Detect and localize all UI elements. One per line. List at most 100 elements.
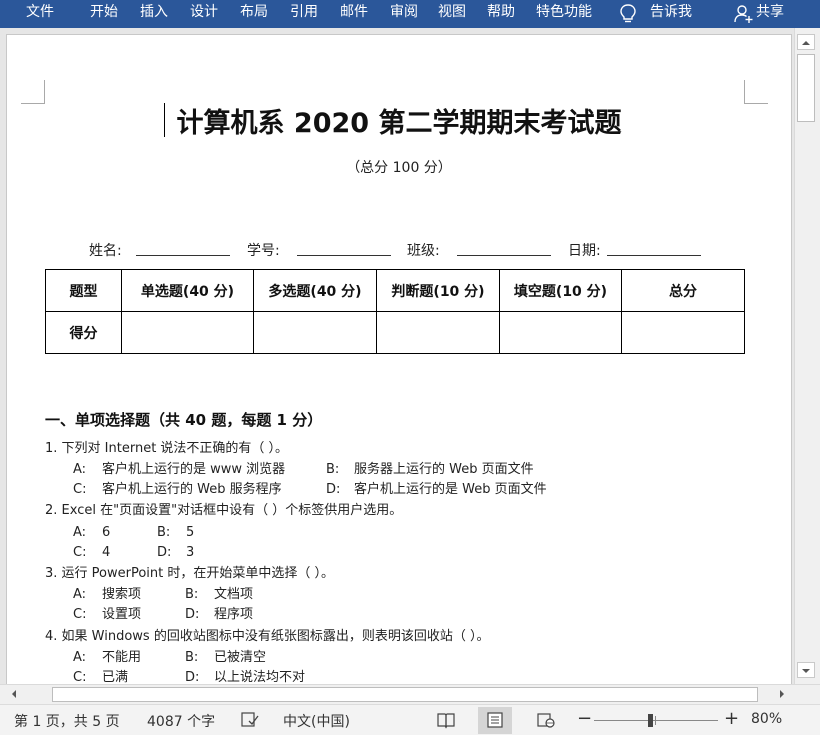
- class-label: 班级:: [407, 243, 440, 259]
- proofing-icon[interactable]: [240, 711, 260, 729]
- vertical-scroll-thumb[interactable]: [797, 54, 815, 122]
- scrollbar-corner: [794, 684, 820, 704]
- option-text: 客户机上运行的是 Web 页面文件: [354, 482, 547, 497]
- zoom-slider-thumb[interactable]: [648, 714, 653, 727]
- zoom-level[interactable]: 80%: [751, 711, 782, 727]
- page-count[interactable]: 第 1 页，共 5 页: [14, 711, 120, 731]
- zoom-out-button[interactable]: −: [577, 708, 592, 729]
- scroll-up-button[interactable]: [797, 34, 815, 50]
- option-text: 已被清空: [214, 650, 267, 665]
- option-text: 客户机上运行的是 www 浏览器: [102, 462, 286, 477]
- chevron-up-icon: [802, 41, 810, 45]
- score-table-header-cell: 填空题(10 分): [499, 269, 622, 312]
- name-blank: [136, 255, 230, 256]
- option-text: 以上说法均不对: [214, 670, 306, 684]
- web-layout-icon[interactable]: [536, 711, 556, 729]
- option-letter: D:: [185, 607, 200, 622]
- document-page[interactable]: 计算机系 2020 第二学期期末考试题 （总分 100 分） 姓名: 学号: 班…: [6, 34, 792, 684]
- chevron-left-icon: [12, 690, 16, 698]
- option-text: 程序项: [214, 607, 254, 622]
- zoom-slider-track[interactable]: [594, 720, 718, 721]
- option-letter: D:: [326, 482, 341, 497]
- option-letter: C:: [73, 545, 87, 560]
- date-blank: [607, 255, 701, 256]
- option-letter: A:: [73, 587, 87, 602]
- option-letter: C:: [73, 482, 87, 497]
- option-text: 设置项: [102, 607, 142, 622]
- option-letter: A:: [73, 525, 87, 540]
- print-layout-icon: [487, 712, 503, 728]
- date-label: 日期:: [568, 243, 601, 259]
- option-text: 6: [102, 525, 111, 540]
- score-table-row-label: 得分: [45, 311, 122, 354]
- score-table-header-row: 题型 单选题(40 分) 多选题(40 分) 判断题(10 分) 填空题(10 …: [45, 269, 745, 312]
- question-text: 1. 下列对 Internet 说法不正确的有（ ）。: [45, 441, 289, 456]
- option-text: 搜索项: [102, 587, 142, 602]
- score-cell[interactable]: [253, 311, 377, 354]
- tab-features[interactable]: 特色功能: [536, 3, 592, 21]
- option-text: 客户机上运行的 Web 服务程序: [102, 482, 282, 497]
- tab-insert[interactable]: 插入: [140, 3, 168, 21]
- option-text: 文档项: [214, 587, 254, 602]
- vertical-scrollbar[interactable]: [794, 28, 820, 684]
- tab-home[interactable]: 开始: [90, 3, 118, 21]
- tab-layout[interactable]: 布局: [240, 3, 268, 21]
- tab-help[interactable]: 帮助: [487, 3, 515, 21]
- zoom-in-button[interactable]: +: [724, 708, 739, 729]
- option-letter: B:: [185, 587, 199, 602]
- language-indicator[interactable]: 中文(中国): [283, 711, 350, 731]
- question-text: 3. 运行 PowerPoint 时，在开始菜单中选择（ ）。: [45, 566, 335, 581]
- tab-view[interactable]: 视图: [438, 3, 466, 21]
- scroll-down-button[interactable]: [797, 662, 815, 678]
- ribbon-tab-bar: 文件 开始 插入 设计 布局 引用 邮件 审阅 视图 帮助 特色功能 告诉我 共…: [0, 0, 820, 28]
- score-table-header-cell: 多选题(40 分): [253, 269, 377, 312]
- question-text: 4. 如果 Windows 的回收站图标中没有纸张图标露出，则表明该回收站（ ）…: [45, 629, 490, 644]
- share-user-icon[interactable]: [734, 3, 754, 25]
- tell-me-search[interactable]: 告诉我: [650, 3, 692, 21]
- share-button[interactable]: 共享: [756, 3, 784, 21]
- option-text: 已满: [102, 670, 129, 684]
- horizontal-scroll-thumb[interactable]: [52, 687, 758, 702]
- option-text: 3: [186, 545, 195, 560]
- score-cell[interactable]: [621, 311, 745, 354]
- section-heading: 一、单项选择题（共 40 题，每题 1 分）: [45, 411, 323, 429]
- horizontal-scrollbar[interactable]: [0, 684, 794, 704]
- score-cell[interactable]: [376, 311, 500, 354]
- scroll-right-button[interactable]: [774, 686, 790, 702]
- tab-review[interactable]: 审阅: [390, 3, 418, 21]
- score-table-score-row: 得分: [45, 311, 745, 354]
- document-subtitle: （总分 100 分）: [346, 160, 452, 176]
- chevron-right-icon: [780, 690, 784, 698]
- tab-file[interactable]: 文件: [26, 3, 54, 21]
- option-letter: B:: [157, 525, 171, 540]
- word-count[interactable]: 4087 个字: [147, 711, 215, 731]
- student-id-label: 学号:: [247, 243, 280, 259]
- print-layout-button[interactable]: [478, 707, 512, 734]
- chevron-down-icon: [802, 669, 810, 673]
- option-text: 4: [102, 545, 111, 560]
- status-bar: 第 1 页，共 5 页 4087 个字 中文(中国) − + 80%: [0, 704, 820, 735]
- lightbulb-icon[interactable]: [618, 3, 638, 25]
- option-letter: C:: [73, 670, 87, 684]
- tab-references[interactable]: 引用: [290, 3, 318, 21]
- option-text: 5: [186, 525, 195, 540]
- option-letter: B:: [185, 650, 199, 665]
- option-letter: B:: [326, 462, 340, 477]
- option-letter: D:: [157, 545, 172, 560]
- score-cell[interactable]: [121, 311, 254, 354]
- score-table-header-cell: 题型: [45, 269, 122, 312]
- tab-design[interactable]: 设计: [190, 3, 218, 21]
- student-id-blank: [297, 255, 391, 256]
- document-title: 计算机系 2020 第二学期期末考试题: [176, 108, 622, 139]
- read-mode-icon[interactable]: [436, 711, 456, 729]
- score-cell[interactable]: [499, 311, 622, 354]
- question-text: 2. Excel 在"页面设置"对话框中设有（ ）个标签供用户选用。: [45, 503, 403, 518]
- scroll-left-button[interactable]: [6, 686, 22, 702]
- name-label: 姓名:: [89, 243, 122, 259]
- score-table-header-cell: 单选题(40 分): [121, 269, 254, 312]
- class-blank: [457, 255, 551, 256]
- tab-mailings[interactable]: 邮件: [340, 3, 368, 21]
- option-letter: A:: [73, 650, 87, 665]
- document-canvas[interactable]: 计算机系 2020 第二学期期末考试题 （总分 100 分） 姓名: 学号: 班…: [0, 28, 794, 684]
- score-table-header-cell: 判断题(10 分): [376, 269, 500, 312]
